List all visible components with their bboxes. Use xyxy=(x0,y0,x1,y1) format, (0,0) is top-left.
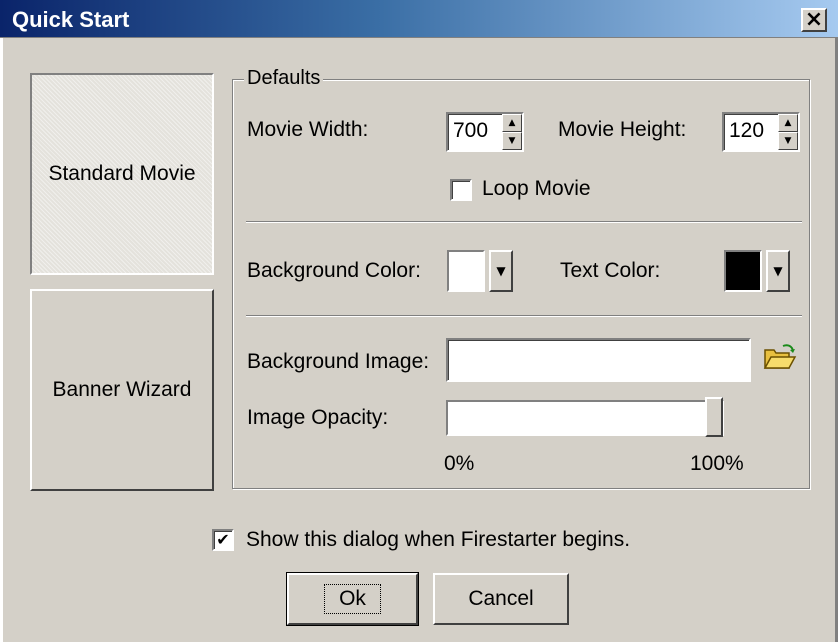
standard-movie-button[interactable]: Standard Movie xyxy=(30,73,214,275)
ok-button[interactable]: Ok xyxy=(286,572,419,626)
movie-height-label: Movie Height: xyxy=(558,118,687,141)
opacity-slider-track[interactable] xyxy=(446,400,724,436)
background-color-dropdown[interactable]: ▼ xyxy=(489,250,513,292)
opacity-min-label: 0% xyxy=(444,452,475,475)
background-image-input[interactable] xyxy=(446,338,751,382)
movie-width-spinner[interactable]: ▲ ▼ xyxy=(502,114,522,150)
banner-wizard-label: Banner Wizard xyxy=(52,378,192,401)
movie-height-spinner[interactable]: ▲ ▼ xyxy=(778,114,798,150)
ok-button-label: Ok xyxy=(324,584,381,614)
movie-width-field[interactable]: 700 ▲ ▼ xyxy=(446,112,524,152)
background-color-swatch[interactable] xyxy=(447,250,485,292)
cancel-button[interactable]: Cancel xyxy=(433,573,569,625)
loop-movie-checkbox[interactable] xyxy=(450,179,472,201)
spin-down-icon[interactable]: ▼ xyxy=(778,132,798,150)
text-color-label: Text Color: xyxy=(560,259,661,282)
opacity-max-label: 100% xyxy=(690,452,744,475)
show-dialog-label: Show this dialog when Firestarter begins… xyxy=(246,528,631,551)
open-folder-icon[interactable] xyxy=(763,342,797,372)
cancel-button-label: Cancel xyxy=(468,587,534,610)
window-title: Quick Start xyxy=(12,7,130,32)
background-color-label: Background Color: xyxy=(247,259,421,282)
separator xyxy=(246,221,802,223)
spin-up-icon[interactable]: ▲ xyxy=(778,114,798,132)
show-dialog-checkbox[interactable]: ✔ xyxy=(212,529,234,551)
movie-width-label: Movie Width: xyxy=(247,118,369,141)
text-color-dropdown[interactable]: ▼ xyxy=(766,250,790,292)
image-opacity-label: Image Opacity: xyxy=(247,406,389,429)
spin-down-icon[interactable]: ▼ xyxy=(502,132,522,150)
spin-up-icon[interactable]: ▲ xyxy=(502,114,522,132)
separator xyxy=(246,315,802,317)
banner-wizard-button[interactable]: Banner Wizard xyxy=(30,289,214,491)
chevron-down-icon: ▼ xyxy=(496,264,506,278)
defaults-legend: Defaults xyxy=(244,67,324,90)
window-frame-left xyxy=(0,38,3,642)
background-image-label: Background Image: xyxy=(247,350,430,373)
opacity-slider-thumb[interactable] xyxy=(705,397,723,437)
text-color-swatch[interactable] xyxy=(724,250,762,292)
close-icon: × xyxy=(804,7,824,32)
movie-width-value[interactable]: 700 xyxy=(448,114,502,150)
loop-movie-label: Loop Movie xyxy=(482,177,591,200)
standard-movie-label: Standard Movie xyxy=(48,162,196,185)
movie-height-value[interactable]: 120 xyxy=(724,114,778,150)
close-button[interactable]: × xyxy=(801,8,827,32)
movie-height-field[interactable]: 120 ▲ ▼ xyxy=(722,112,800,152)
chevron-down-icon: ▼ xyxy=(773,264,783,278)
checkmark-icon: ✔ xyxy=(216,530,230,549)
